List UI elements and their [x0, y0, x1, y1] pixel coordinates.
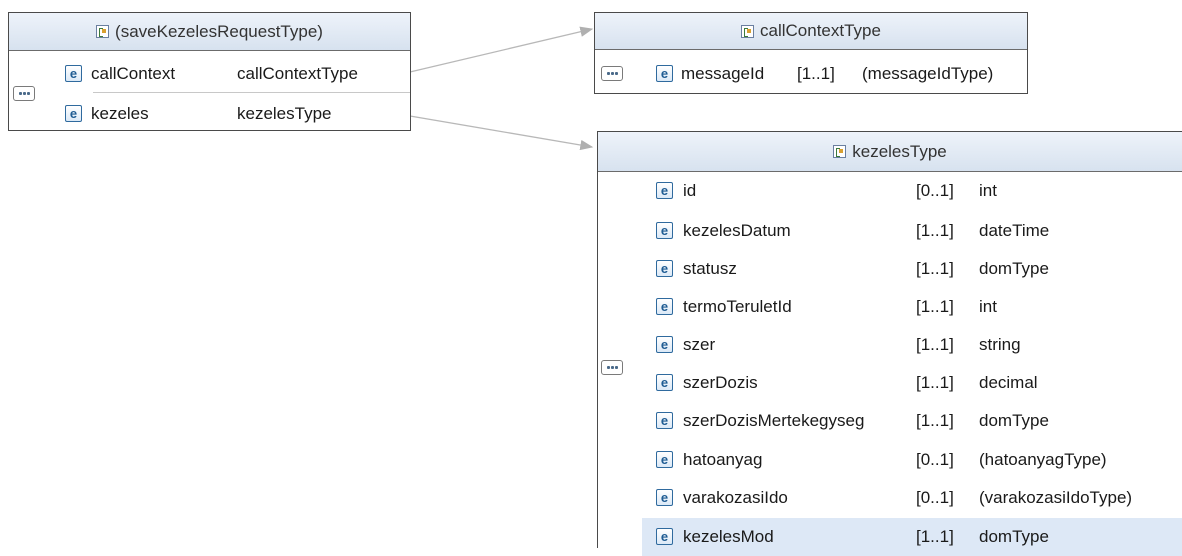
- complex-type-icon: [96, 25, 110, 38]
- element-type: string: [979, 335, 1021, 354]
- element-name: statusz: [683, 259, 737, 278]
- list-item[interactable]: e kezelesDatum [1..1] dateTime: [598, 212, 1182, 250]
- element-name: kezelesMod: [683, 527, 774, 546]
- element-icon: e: [656, 412, 673, 429]
- element-icon: e: [656, 336, 673, 353]
- arrow-to-callcontexttype: [409, 26, 594, 73]
- element-icon: e: [656, 374, 673, 391]
- element-icon: e: [656, 489, 673, 506]
- element-name: id: [683, 181, 697, 200]
- element-type: domType: [979, 411, 1049, 430]
- element-icon: e: [65, 105, 82, 122]
- element-cardinality: [0..1]: [916, 181, 954, 200]
- row-divider: [93, 92, 410, 93]
- element-name-callcontext[interactable]: callContext: [91, 64, 175, 84]
- list-item[interactable]: e szer [1..1] string: [598, 326, 1182, 364]
- complex-type-icon: [741, 24, 755, 38]
- sequence-icon[interactable]: [13, 86, 35, 101]
- list-item[interactable]: e hatoanyag [0..1] (hatoanyagType): [598, 441, 1182, 479]
- element-name: termoTeruletId: [683, 297, 792, 316]
- element-cardinality: [0..1]: [916, 450, 954, 469]
- kezeles-type-title: kezelesType: [852, 141, 947, 161]
- element-type: (hatoanyagType): [979, 450, 1107, 469]
- element-name: hatoanyag: [683, 450, 763, 469]
- element-type-callcontext: callContextType: [237, 64, 358, 83]
- element-type: dateTime: [979, 221, 1050, 240]
- list-item[interactable]: e termoTeruletId [1..1] int: [598, 288, 1182, 326]
- element-icon: e: [656, 298, 673, 315]
- element-icon: e: [656, 222, 673, 239]
- element-type-messageid: (messageIdType): [862, 64, 994, 83]
- element-type: (varakozasiIdoType): [979, 488, 1133, 507]
- element-icon: e: [656, 65, 673, 82]
- element-name: szerDozisMertekegyseg: [683, 411, 865, 430]
- element-name: szerDozis: [683, 373, 758, 392]
- kezeles-type-header: kezelesType: [598, 132, 1182, 172]
- list-item[interactable]: e varakozasiIdo [0..1] (varakozasiIdoTyp…: [598, 479, 1182, 517]
- element-cardinality: [1..1]: [916, 259, 954, 278]
- element-cardinality: [0..1]: [916, 488, 954, 507]
- list-item-selected[interactable]: e kezelesMod [1..1] domType: [642, 518, 1182, 556]
- request-type-box[interactable]: (saveKezelesRequestType) e callContext c…: [8, 12, 411, 131]
- sequence-icon[interactable]: [601, 66, 623, 81]
- element-card-messageid: [1..1]: [797, 64, 835, 83]
- list-item[interactable]: e statusz [1..1] domType: [598, 250, 1182, 288]
- element-icon: e: [656, 260, 673, 277]
- element-cardinality: [1..1]: [916, 373, 954, 392]
- element-cardinality: [1..1]: [916, 297, 954, 316]
- request-type-title: (saveKezelesRequestType): [115, 21, 323, 41]
- callcontext-type-title: callContextType: [760, 21, 881, 40]
- element-icon: e: [656, 451, 673, 468]
- request-type-header: (saveKezelesRequestType): [9, 13, 410, 51]
- element-type: int: [979, 181, 997, 200]
- element-type: domType: [979, 259, 1049, 278]
- list-item[interactable]: e szerDozisMertekegyseg [1..1] domType: [598, 402, 1182, 440]
- element-name-messageid[interactable]: messageId: [681, 64, 764, 84]
- element-cardinality: [1..1]: [916, 335, 954, 354]
- element-icon: e: [656, 182, 673, 199]
- element-type: decimal: [979, 373, 1038, 392]
- element-type: domType: [979, 527, 1049, 546]
- arrow-to-kezelestype: [409, 115, 594, 151]
- element-name-kezeles[interactable]: kezeles: [91, 104, 149, 124]
- element-icon: e: [65, 65, 82, 82]
- kezeles-type-box[interactable]: kezelesType e id [0..1] int e kezelesDat…: [597, 131, 1182, 556]
- element-type-kezeles: kezelesType: [237, 104, 332, 123]
- element-name: szer: [683, 335, 716, 354]
- callcontext-type-box[interactable]: callContextType e messageId [1..1] (mess…: [594, 12, 1028, 94]
- element-cardinality: [1..1]: [916, 221, 954, 240]
- element-cardinality: [1..1]: [916, 411, 954, 430]
- complex-type-icon: [833, 145, 847, 158]
- element-cardinality: [1..1]: [916, 527, 954, 546]
- list-item[interactable]: e szerDozis [1..1] decimal: [598, 364, 1182, 402]
- element-name: varakozasiIdo: [683, 488, 788, 507]
- callcontext-type-header: callContextType: [595, 13, 1027, 50]
- element-name: kezelesDatum: [683, 221, 791, 240]
- element-type: int: [979, 297, 997, 316]
- element-icon: e: [656, 528, 673, 545]
- list-item[interactable]: e id [0..1] int: [598, 172, 1182, 210]
